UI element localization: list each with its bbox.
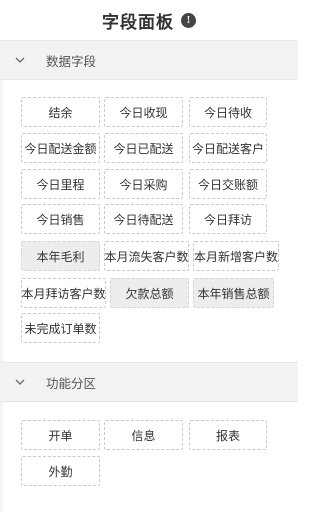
field-chip-today-delivered[interactable]: 今日已配送 xyxy=(104,133,183,163)
field-chip-today-sales[interactable]: 今日销售 xyxy=(21,204,100,234)
field-chip-today-purchase[interactable]: 今日采购 xyxy=(104,169,183,199)
field-chip-total-arrears[interactable]: 欠款总额 xyxy=(110,278,189,308)
zone-chip-field-work[interactable]: 外勤 xyxy=(21,456,100,486)
info-icon[interactable]: ! xyxy=(181,12,196,28)
field-chip-today-delivery-customers[interactable]: 今日配送客户 xyxy=(189,133,267,163)
field-chip-year-sales-total[interactable]: 本年销售总额 xyxy=(193,278,274,308)
left-divider xyxy=(0,80,3,512)
field-chip-today-cash[interactable]: 今日收现 xyxy=(104,97,183,127)
section-title: 功能分区 xyxy=(46,375,97,391)
field-chip-month-lost-customers[interactable]: 本月流失客户数 xyxy=(104,241,189,271)
panel-header: 字段面板 ! xyxy=(0,0,298,40)
field-chip-today-handover[interactable]: 今日交账额 xyxy=(189,169,267,199)
section-header-data-fields[interactable]: 数据字段 xyxy=(0,40,298,80)
chevron-down-icon[interactable] xyxy=(0,379,40,386)
zone-chip-reports[interactable]: 报表 xyxy=(189,420,267,450)
field-chip-today-visits[interactable]: 今日拜访 xyxy=(189,204,267,234)
field-chip-today-delivery-amount[interactable]: 今日配送金额 xyxy=(21,133,100,163)
zone-chip-create-order[interactable]: 开单 xyxy=(21,420,100,450)
zone-chip-info[interactable]: 信息 xyxy=(104,420,183,450)
section-header-function-zones[interactable]: 功能分区 xyxy=(0,362,298,402)
field-chip-jieyu[interactable]: 结余 xyxy=(21,97,100,127)
field-chip-month-new-customers[interactable]: 本月新增客户数 xyxy=(193,241,279,271)
page-title: 字段面板 xyxy=(102,12,174,33)
field-chip-unfinished-orders[interactable]: 未完成订单数 xyxy=(21,313,100,343)
field-chip-today-pending-receive[interactable]: 今日待收 xyxy=(189,97,267,127)
field-chip-today-pending-delivery[interactable]: 今日待配送 xyxy=(104,204,183,234)
section-title: 数据字段 xyxy=(46,53,97,69)
field-chip-month-visited-customers[interactable]: 本月拜访客户数 xyxy=(21,278,106,308)
chevron-down-icon[interactable] xyxy=(0,57,40,64)
field-chip-year-gross-profit[interactable]: 本年毛利 xyxy=(21,241,100,271)
field-chip-today-mileage[interactable]: 今日里程 xyxy=(21,169,100,199)
